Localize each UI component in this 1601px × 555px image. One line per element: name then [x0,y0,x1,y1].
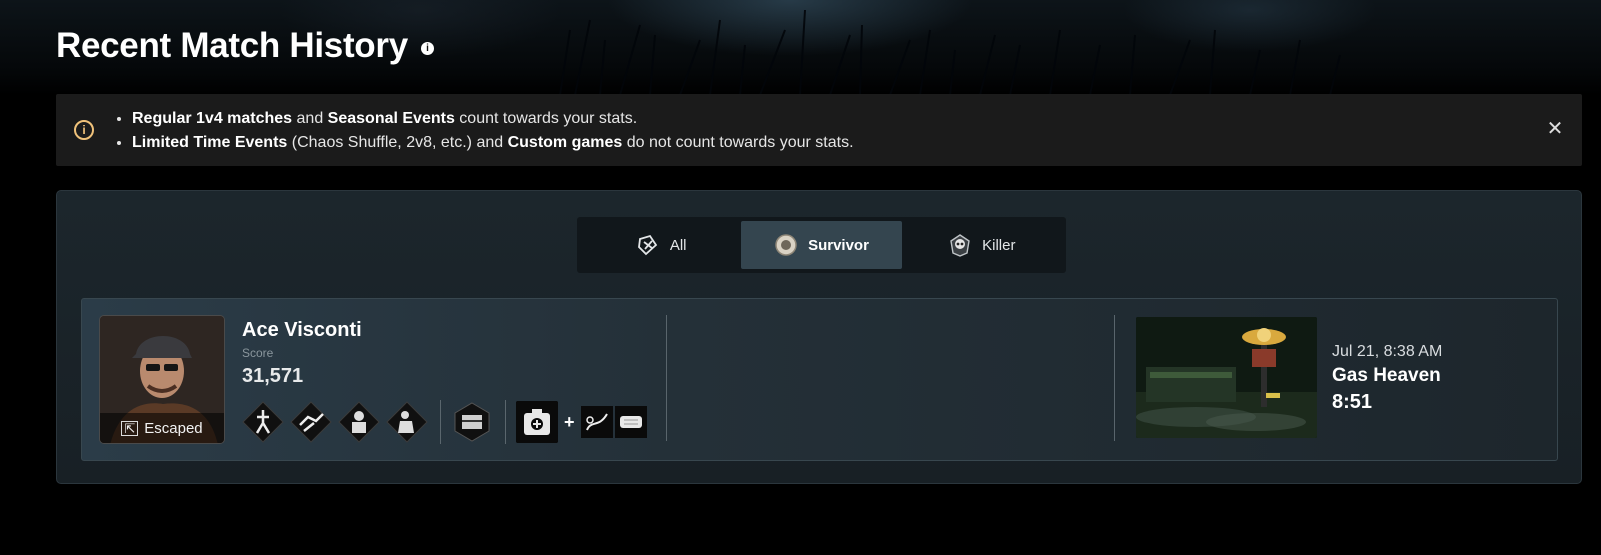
tab-label: All [669,236,687,254]
notice-line-2: Limited Time Events (Chaos Shuffle, 2v8,… [132,131,854,155]
tab-all[interactable]: All [581,221,741,269]
all-roles-icon [637,234,658,256]
tab-label: Killer [982,236,1016,254]
info-icon[interactable]: i [421,42,434,55]
addon-icon[interactable] [580,406,613,438]
plus-sign: + [564,411,575,432]
perk-icon[interactable] [290,401,332,443]
status-label: Escaped [144,419,203,437]
perk-icon[interactable] [242,401,284,443]
match-date: Jul 21, 8:38 AM [1332,343,1443,360]
notice-text: count towards your stats. [454,110,638,127]
perk-icon[interactable] [338,401,380,443]
notice-list: Regular 1v4 matches and Seasonal Events … [132,107,854,155]
score-value: 31,571 [242,365,304,387]
tab-label: Survivor [808,236,869,254]
killer-skull-icon [950,234,970,257]
status-badge: ⇱ Escaped [100,413,224,443]
notice-bold: Custom games [507,134,623,151]
loadout-divider [440,400,441,444]
close-icon[interactable]: ✕ [1544,118,1566,140]
map-thumbnail [1136,317,1317,438]
tab-killer[interactable]: Killer [902,221,1062,269]
column-divider [1114,315,1115,441]
offering-icon[interactable] [451,401,493,443]
addon-icon[interactable] [614,406,647,438]
role-filter-tabs: All Survivor Killer [577,217,1066,273]
medkit-icon[interactable] [516,401,558,443]
loadout-divider [505,400,506,444]
notice-bold: Regular 1v4 matches [132,110,293,127]
column-divider [666,315,667,441]
stats-info-banner: i Regular 1v4 matches and Seasonal Event… [56,94,1582,166]
notice-line-1: Regular 1v4 matches and Seasonal Events … [132,107,854,131]
notice-bold: Limited Time Events [132,134,288,151]
score-label: Score [242,346,274,360]
notice-text: and [292,110,328,127]
match-card[interactable]: ⇱ Escaped Ace Visconti Score 31,571 + Ju… [81,298,1558,461]
character-portrait: ⇱ Escaped [99,315,225,444]
info-circle-icon: i [74,120,94,140]
page-title: Recent Match History [56,26,408,65]
map-name: Gas Heaven [1332,365,1441,386]
notice-bold: Seasonal Events [327,110,455,127]
survivor-icon [775,234,797,256]
tab-survivor[interactable]: Survivor [741,221,902,269]
loadout-row: + [242,399,649,445]
map-image [1136,317,1317,438]
match-duration: 8:51 [1332,391,1373,413]
perk-icon[interactable] [386,401,428,443]
notice-text: do not count towards your stats. [622,134,854,151]
exit-door-icon: ⇱ [121,420,139,436]
match-history-panel: All Survivor Killer ⇱ Escaped Ace Viscon… [56,190,1582,484]
notice-text: (Chaos Shuffle, 2v8, etc.) and [287,134,508,151]
character-name: Ace Visconti [242,319,362,341]
